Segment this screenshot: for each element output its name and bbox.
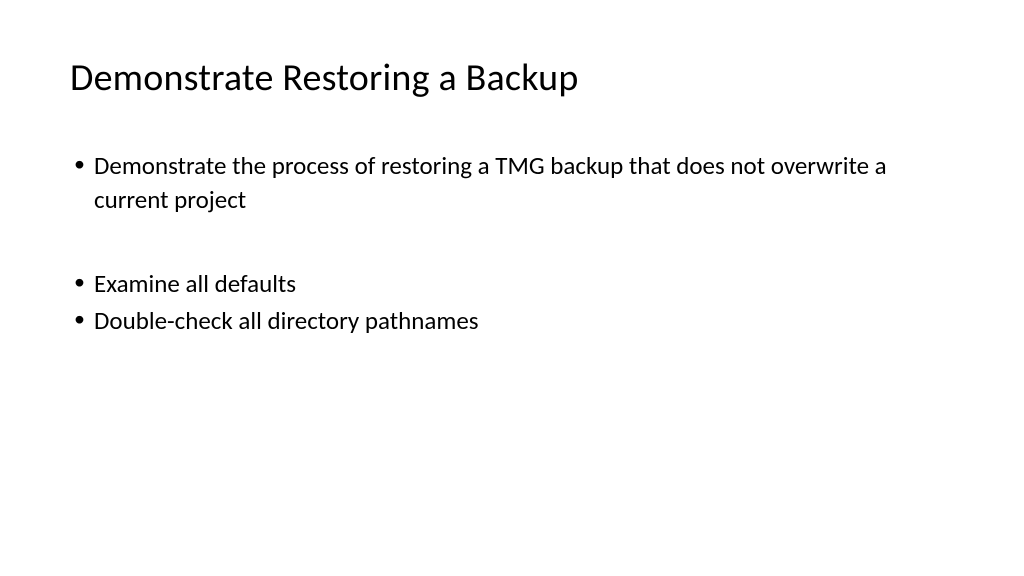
bullet-list: Demonstrate the process of restoring a T…: [70, 149, 954, 338]
bullet-item: Demonstrate the process of restoring a T…: [70, 149, 954, 217]
bullet-item: Double-check all directory pathnames: [70, 304, 954, 338]
slide-title: Demonstrate Restoring a Backup: [70, 55, 954, 101]
bullet-spacer: [70, 221, 954, 267]
bullet-item: Examine all defaults: [70, 267, 954, 301]
